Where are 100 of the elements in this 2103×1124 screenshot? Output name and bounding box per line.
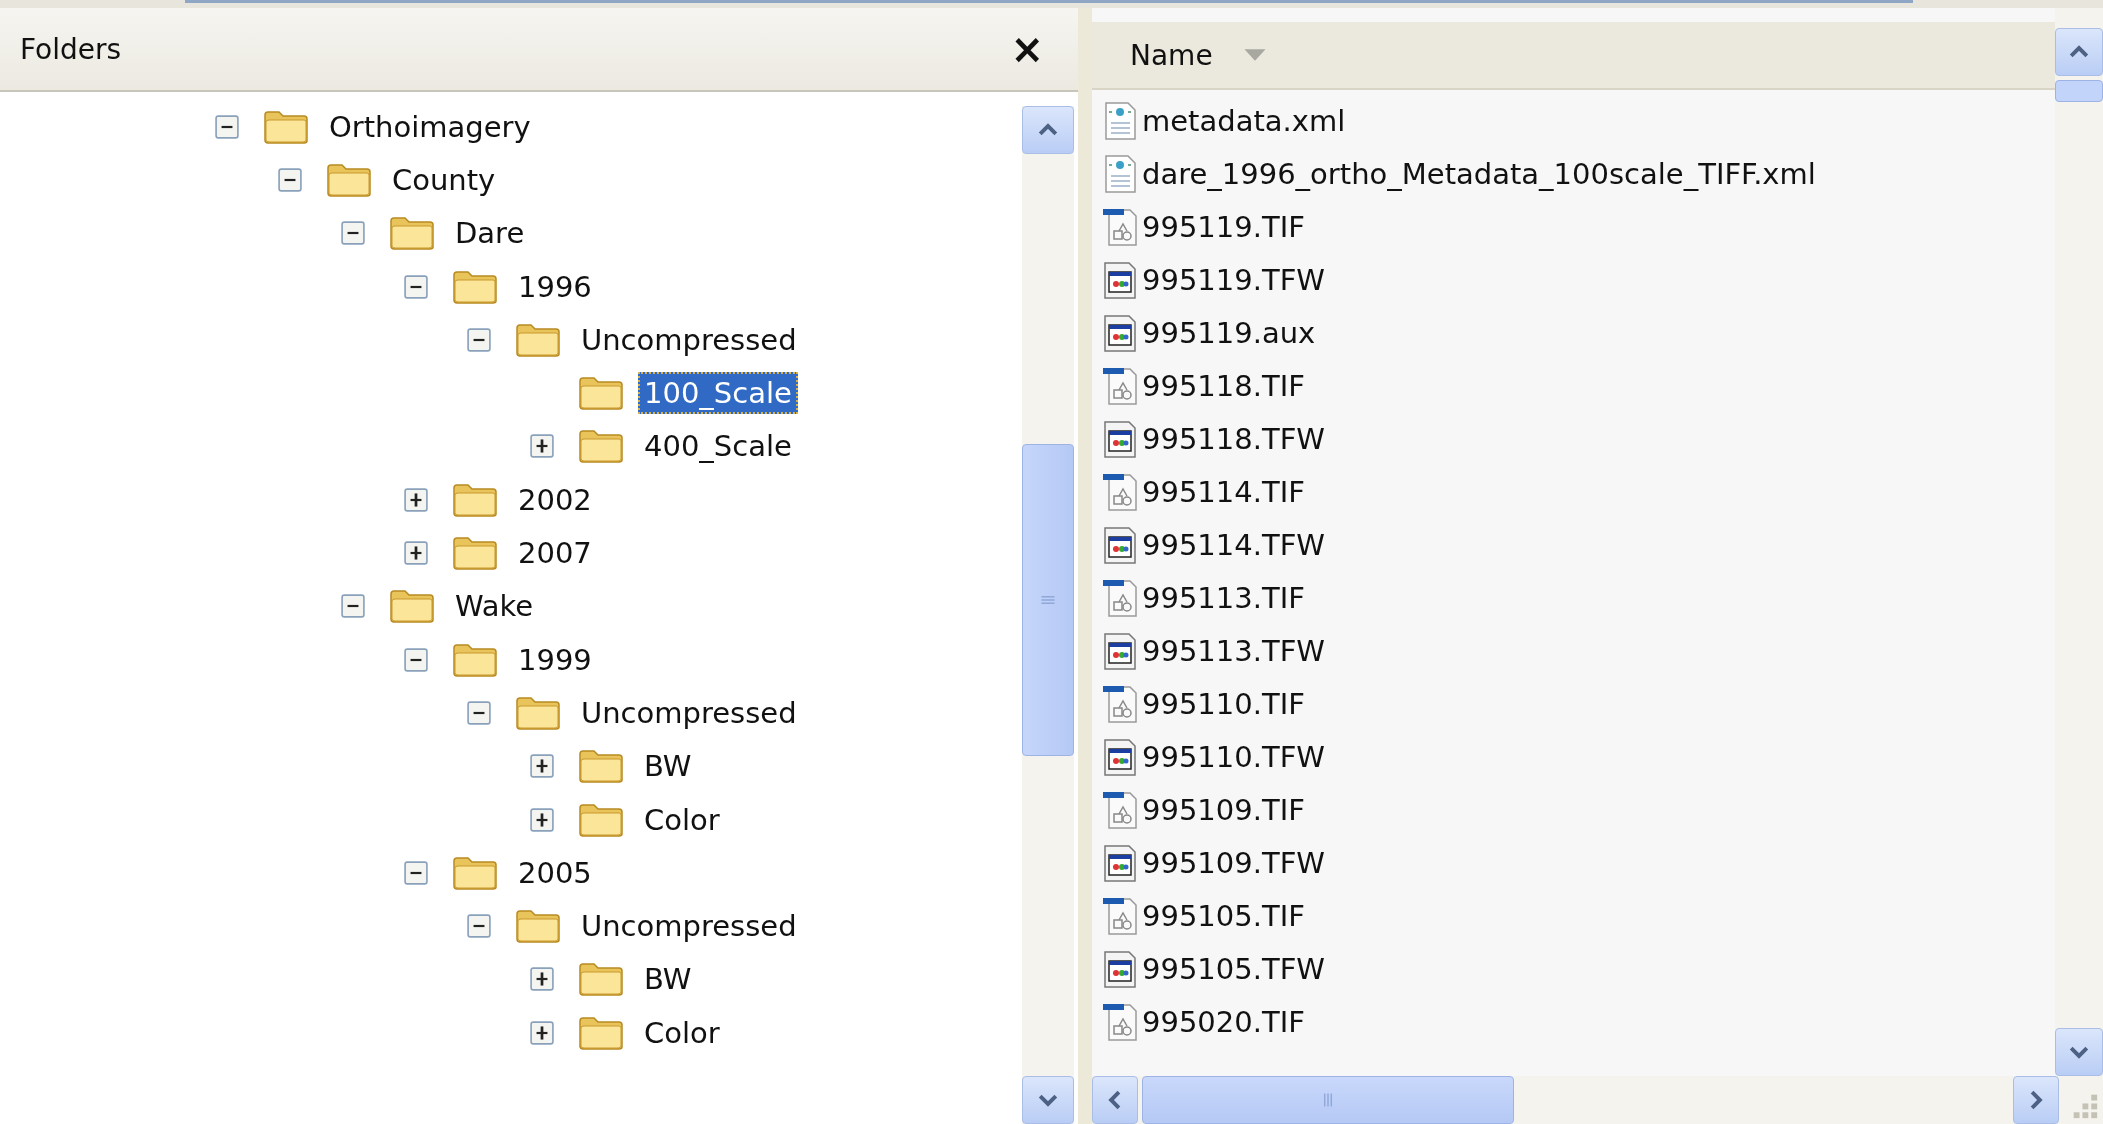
- program-file-icon: [1102, 312, 1138, 353]
- folder-icon: [263, 108, 309, 145]
- expander-icon[interactable]: [278, 167, 302, 192]
- expander-icon[interactable]: [530, 807, 554, 832]
- folder-item[interactable]: Wake: [449, 585, 540, 628]
- file-name[interactable]: dare_1996_ortho_Metadata_100scale_TIFF.xml: [1142, 156, 1816, 191]
- folder-item[interactable]: Orthoimagery: [323, 105, 537, 148]
- expander-icon[interactable]: [341, 221, 365, 246]
- folder-icon: [515, 908, 561, 945]
- image-file-icon: [1102, 683, 1138, 724]
- expander-icon[interactable]: [530, 754, 554, 779]
- expander-icon[interactable]: [467, 327, 491, 352]
- program-file-icon: [1102, 736, 1138, 777]
- folder-item[interactable]: 1999: [512, 638, 598, 681]
- image-file-icon: [1102, 1001, 1138, 1042]
- file-name[interactable]: 995113.TIF: [1142, 580, 1305, 615]
- file-name[interactable]: 995114.TIF: [1142, 474, 1305, 509]
- file-name[interactable]: 995109.TIF: [1142, 792, 1305, 827]
- scroll-up-button[interactable]: [2055, 28, 2103, 76]
- expander-icon[interactable]: [404, 647, 428, 672]
- file-name[interactable]: 995105.TIF: [1142, 898, 1305, 933]
- xml-file-icon: [1102, 100, 1138, 141]
- expander-icon[interactable]: [467, 914, 491, 939]
- folder-item[interactable]: 100_Scale: [638, 372, 798, 415]
- horizontal-scrollbar[interactable]: [1092, 1076, 2059, 1124]
- folder-icon: [578, 961, 624, 998]
- expander-icon[interactable]: [404, 487, 428, 512]
- folder-icon: [578, 428, 624, 465]
- file-name[interactable]: 995119.TIF: [1142, 209, 1305, 244]
- expander-icon[interactable]: [341, 594, 365, 619]
- expander-icon[interactable]: [530, 1020, 554, 1045]
- folder-item[interactable]: BW: [638, 745, 698, 788]
- file-name[interactable]: 995118.TFW: [1142, 421, 1325, 456]
- image-file-icon: [1102, 206, 1138, 247]
- close-button[interactable]: ×: [1006, 26, 1048, 72]
- file-name[interactable]: 995105.TFW: [1142, 951, 1325, 986]
- image-file-icon: [1102, 365, 1138, 406]
- folder-item[interactable]: Uncompressed: [575, 905, 803, 948]
- scroll-thumb[interactable]: [1142, 1076, 1514, 1124]
- folder-item[interactable]: Dare: [449, 212, 531, 255]
- folder-icon: [515, 694, 561, 731]
- scroll-thumb[interactable]: [2055, 80, 2103, 102]
- image-file-icon: [1102, 471, 1138, 512]
- expander-icon[interactable]: [530, 967, 554, 992]
- folder-icon: [452, 268, 498, 305]
- scroll-left-button[interactable]: [1092, 1076, 1138, 1124]
- folder-icon: [389, 215, 435, 252]
- folder-icon: [578, 1014, 624, 1051]
- folder-icon: [515, 321, 561, 358]
- folder-item[interactable]: County: [386, 158, 502, 201]
- scrollbar[interactable]: [1022, 106, 1074, 1124]
- folder-icon: [326, 161, 372, 198]
- scroll-right-button[interactable]: [2013, 1076, 2059, 1124]
- image-file-icon: [1102, 577, 1138, 618]
- folder-icon: [452, 641, 498, 678]
- folder-icon: [452, 854, 498, 891]
- file-name[interactable]: 995110.TIF: [1142, 686, 1305, 721]
- scrollbar[interactable]: [2055, 8, 2103, 1076]
- program-file-icon: [1102, 842, 1138, 883]
- scroll-thumb[interactable]: [1022, 444, 1074, 756]
- folder-item[interactable]: Uncompressed: [575, 318, 803, 361]
- folder-item[interactable]: Color: [638, 1011, 726, 1054]
- expander-icon[interactable]: [404, 541, 428, 565]
- folder-item[interactable]: 2005: [512, 851, 598, 894]
- expander-icon[interactable]: [530, 434, 554, 459]
- folder-icon: [452, 535, 498, 571]
- file-name[interactable]: 995113.TFW: [1142, 633, 1325, 668]
- expander-icon[interactable]: [404, 860, 428, 885]
- name-column-header[interactable]: Name: [1092, 22, 2055, 90]
- file-name[interactable]: 995119.aux: [1142, 315, 1316, 350]
- folder-item[interactable]: Color: [638, 798, 726, 841]
- scroll-down-button[interactable]: [1022, 1076, 1074, 1124]
- folder-item[interactable]: 2002: [512, 478, 598, 521]
- program-file-icon: [1102, 524, 1138, 565]
- folder-icon: [389, 588, 435, 625]
- pane-title: Folders: [20, 32, 122, 66]
- file-name[interactable]: 995118.TIF: [1142, 368, 1305, 403]
- sort-arrow-icon: [1242, 48, 1267, 62]
- program-file-icon: [1102, 259, 1138, 300]
- folder-item[interactable]: BW: [638, 958, 698, 1001]
- program-file-icon: [1102, 630, 1138, 671]
- folder-icon: [578, 375, 624, 412]
- expander-icon[interactable]: [404, 274, 428, 299]
- file-name[interactable]: 995109.TFW: [1142, 845, 1325, 880]
- folder-item[interactable]: 1996: [512, 265, 598, 308]
- folder-item[interactable]: 400_Scale: [638, 425, 798, 468]
- expander-icon[interactable]: [215, 114, 239, 139]
- image-file-icon: [1102, 895, 1138, 936]
- file-name[interactable]: 995020.TIF: [1142, 1004, 1305, 1039]
- file-name[interactable]: 995114.TFW: [1142, 527, 1325, 562]
- expander-icon[interactable]: [467, 700, 491, 725]
- folder-item[interactable]: Uncompressed: [575, 691, 803, 734]
- file-name[interactable]: 995119.TFW: [1142, 262, 1325, 297]
- folder-item[interactable]: 2007: [512, 532, 598, 574]
- folder-icon: [578, 801, 624, 838]
- folder-icon: [452, 481, 498, 518]
- file-name[interactable]: 995110.TFW: [1142, 739, 1325, 774]
- scroll-up-button[interactable]: [1022, 106, 1074, 154]
- file-name[interactable]: metadata.xml: [1142, 103, 1346, 138]
- scroll-down-button[interactable]: [2055, 1028, 2103, 1076]
